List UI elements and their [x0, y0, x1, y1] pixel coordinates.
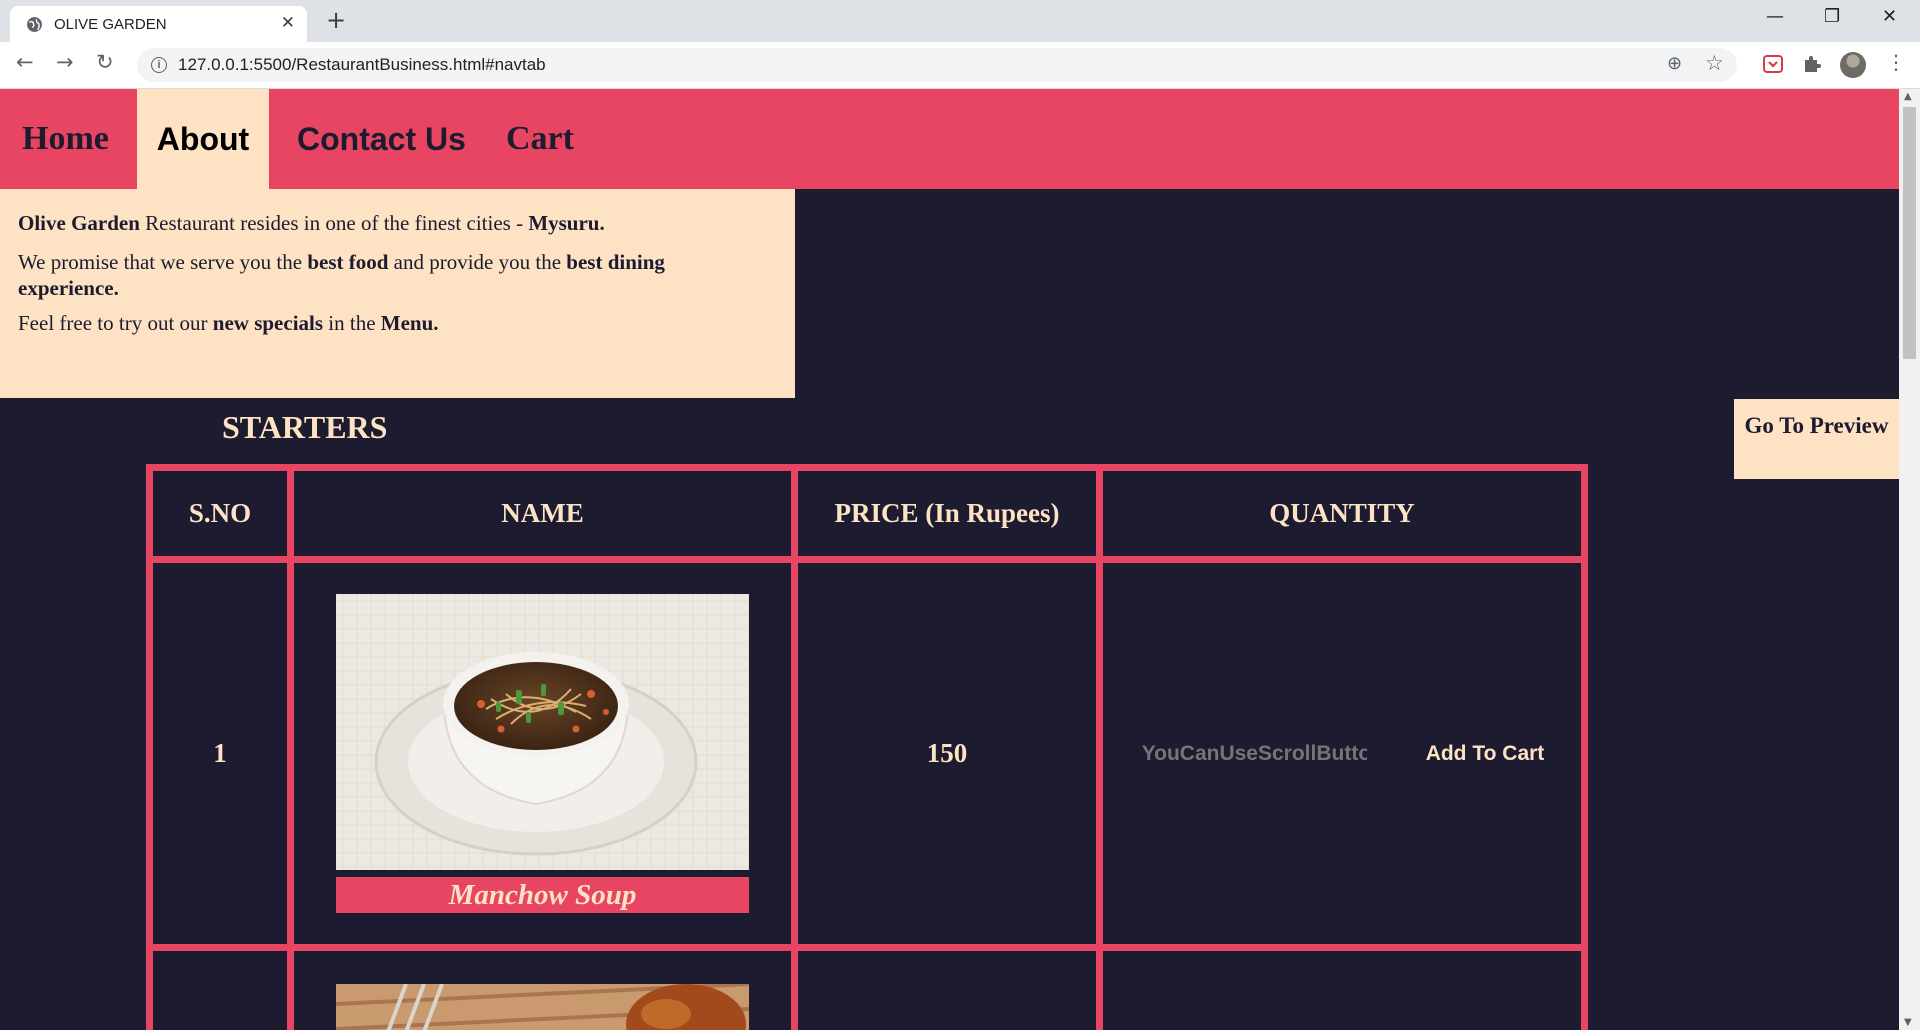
scrollbar-thumb[interactable]	[1903, 107, 1916, 359]
item-quantity-cell	[1103, 951, 1581, 1030]
maximize-icon[interactable]: ❐	[1824, 6, 1840, 27]
city-name: Mysuru.	[528, 211, 605, 235]
forward-icon[interactable]: →	[56, 50, 74, 74]
nav-about-tab[interactable]: About	[137, 89, 269, 189]
manchow-soup-image	[336, 594, 749, 870]
item-sno: 1	[153, 563, 287, 944]
close-window-icon[interactable]: ✕	[1882, 6, 1897, 27]
dish-image	[336, 984, 749, 1030]
nav-contact-link[interactable]: Contact Us	[297, 89, 466, 189]
dish-name-label: Manchow Soup	[336, 877, 749, 913]
section-title: STARTERS	[222, 409, 388, 445]
item-price: 150	[798, 563, 1096, 944]
close-tab-icon[interactable]: ✕	[281, 13, 295, 33]
header-name: NAME	[294, 471, 791, 556]
browser-tab[interactable]: OLIVE GARDEN ✕	[10, 6, 307, 42]
url-text[interactable]: 127.0.0.1:5500/RestaurantBusiness.html#n…	[178, 55, 546, 75]
header-sno: S.NO	[153, 471, 287, 556]
browser-tab-strip: OLIVE GARDEN ✕ + — ❐ ✕	[0, 0, 1920, 42]
back-icon[interactable]: ←	[16, 50, 34, 74]
header-quantity: QUANTITY	[1103, 471, 1581, 556]
minimize-icon[interactable]: —	[1766, 6, 1784, 27]
header-price: PRICE (In Rupees)	[798, 471, 1096, 556]
nav-home-link[interactable]: Home	[0, 89, 131, 189]
new-tab-icon[interactable]: +	[326, 6, 346, 34]
item-name-cell: Manchow Soup	[294, 563, 791, 944]
table-row	[153, 951, 1581, 1030]
about-paragraph-1: Olive Garden Restaurant resides in one o…	[18, 211, 605, 235]
item-quantity-cell: Add To Cart	[1103, 563, 1581, 944]
zoom-icon[interactable]: ⊕	[1667, 53, 1682, 74]
restaurant-name: Olive Garden	[18, 211, 140, 235]
quantity-input[interactable]	[1139, 740, 1384, 767]
nav-cart-link[interactable]: Cart	[506, 89, 574, 189]
pocket-icon[interactable]	[1763, 54, 1783, 74]
scroll-up-arrow-icon[interactable]: ▲	[1904, 91, 1912, 102]
item-sno	[153, 951, 287, 1030]
table-row: 1 Manchow Soup 150 YouCanUseScrollButton…	[153, 563, 1581, 944]
about-paragraph-3: Feel free to try out our new specials in…	[18, 311, 439, 335]
page-viewport: Home About Contact Us Cart Olive Garden …	[0, 89, 1899, 1030]
address-bar[interactable]: i 127.0.0.1:5500/RestaurantBusiness.html…	[137, 48, 1737, 82]
navbar: Home About Contact Us Cart	[0, 89, 1899, 189]
item-name-cell	[294, 951, 791, 1030]
bookmark-star-icon[interactable]: ☆	[1705, 51, 1724, 75]
globe-icon	[27, 17, 42, 32]
reload-icon[interactable]: ↻	[96, 50, 114, 74]
table-header-row: S.NO NAME PRICE (In Rupees) QUANTITY	[153, 471, 1581, 556]
go-to-preview-button[interactable]: Go To Preview	[1734, 399, 1899, 479]
add-to-cart-button[interactable]: Add To Cart	[1426, 742, 1545, 766]
browser-toolbar: ← → ↻ i 127.0.0.1:5500/RestaurantBusines…	[0, 42, 1920, 89]
quantity-controls: Add To Cart	[1103, 740, 1581, 767]
browser-menu-icon[interactable]: ⋮	[1886, 50, 1906, 74]
about-panel: Olive Garden Restaurant resides in one o…	[0, 189, 795, 398]
profile-avatar[interactable]	[1840, 52, 1866, 78]
about-paragraph-2: We promise that we serve you the best fo…	[18, 250, 665, 300]
scroll-down-arrow-icon[interactable]: ▼	[1904, 1017, 1912, 1028]
tab-title: OLIVE GARDEN	[54, 16, 167, 33]
page-scrollbar[interactable]: ▲ ▼	[1899, 89, 1920, 1030]
site-info-icon[interactable]: i	[151, 57, 167, 73]
puzzle-icon[interactable]	[1802, 54, 1822, 74]
menu-table: S.NO NAME PRICE (In Rupees) QUANTITY 1 M…	[146, 464, 1588, 1030]
item-price	[798, 951, 1096, 1030]
